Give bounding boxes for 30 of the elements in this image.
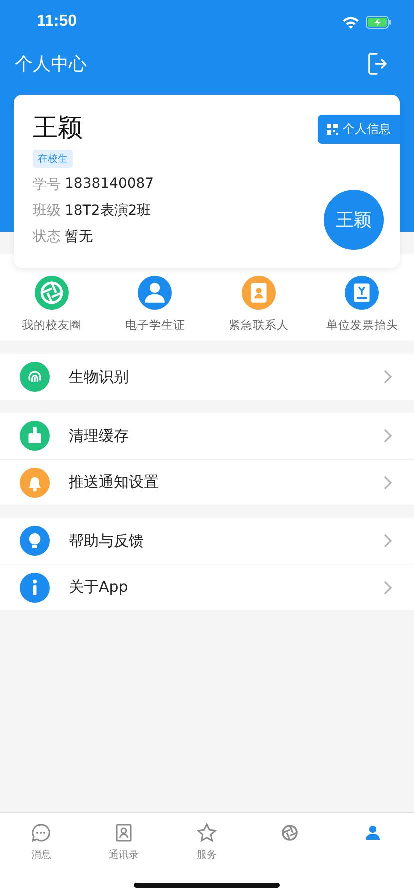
qr-code-icon: [327, 124, 338, 135]
chevron-icon: [384, 580, 392, 594]
field-value: 18T2表演2班: [65, 202, 152, 220]
shortcut-item[interactable]: 我的校友圈: [0, 276, 104, 341]
student-name: 王颖: [33, 112, 83, 144]
chevron-icon: [384, 534, 392, 548]
status-time: 11:50: [37, 13, 78, 31]
chevron-icon: [384, 476, 392, 490]
chevron-icon: [384, 429, 392, 443]
shortcut-item[interactable]: 单位发票抬头: [310, 276, 414, 341]
page-title: 个人中心: [15, 53, 87, 76]
chevron-icon: [384, 370, 392, 384]
logout-icon[interactable]: [368, 52, 388, 76]
star-icon: [194, 821, 219, 845]
shortcut-item[interactable]: 紧急联系人: [207, 276, 310, 341]
field-label: 学号: [33, 176, 61, 194]
status-badge: 在校生: [33, 150, 73, 168]
chat-icon: [29, 821, 54, 845]
field-value: 1838140087: [65, 176, 154, 194]
shortcut-item[interactable]: 电子学生证: [104, 276, 207, 341]
field-label: 状态: [33, 228, 61, 246]
battery-icon: [366, 16, 392, 28]
wifi-icon: [342, 16, 360, 28]
field-value: 暂无: [65, 228, 93, 246]
personal-info-button[interactable]: 个人信息: [318, 115, 400, 144]
field-label: 班级: [33, 202, 61, 220]
tab-item[interactable]: 消息: [0, 821, 83, 862]
tab-item[interactable]: 通讯录: [82, 821, 166, 862]
avatar: 王颖: [324, 190, 384, 250]
tab-item[interactable]: 服务: [166, 821, 248, 862]
